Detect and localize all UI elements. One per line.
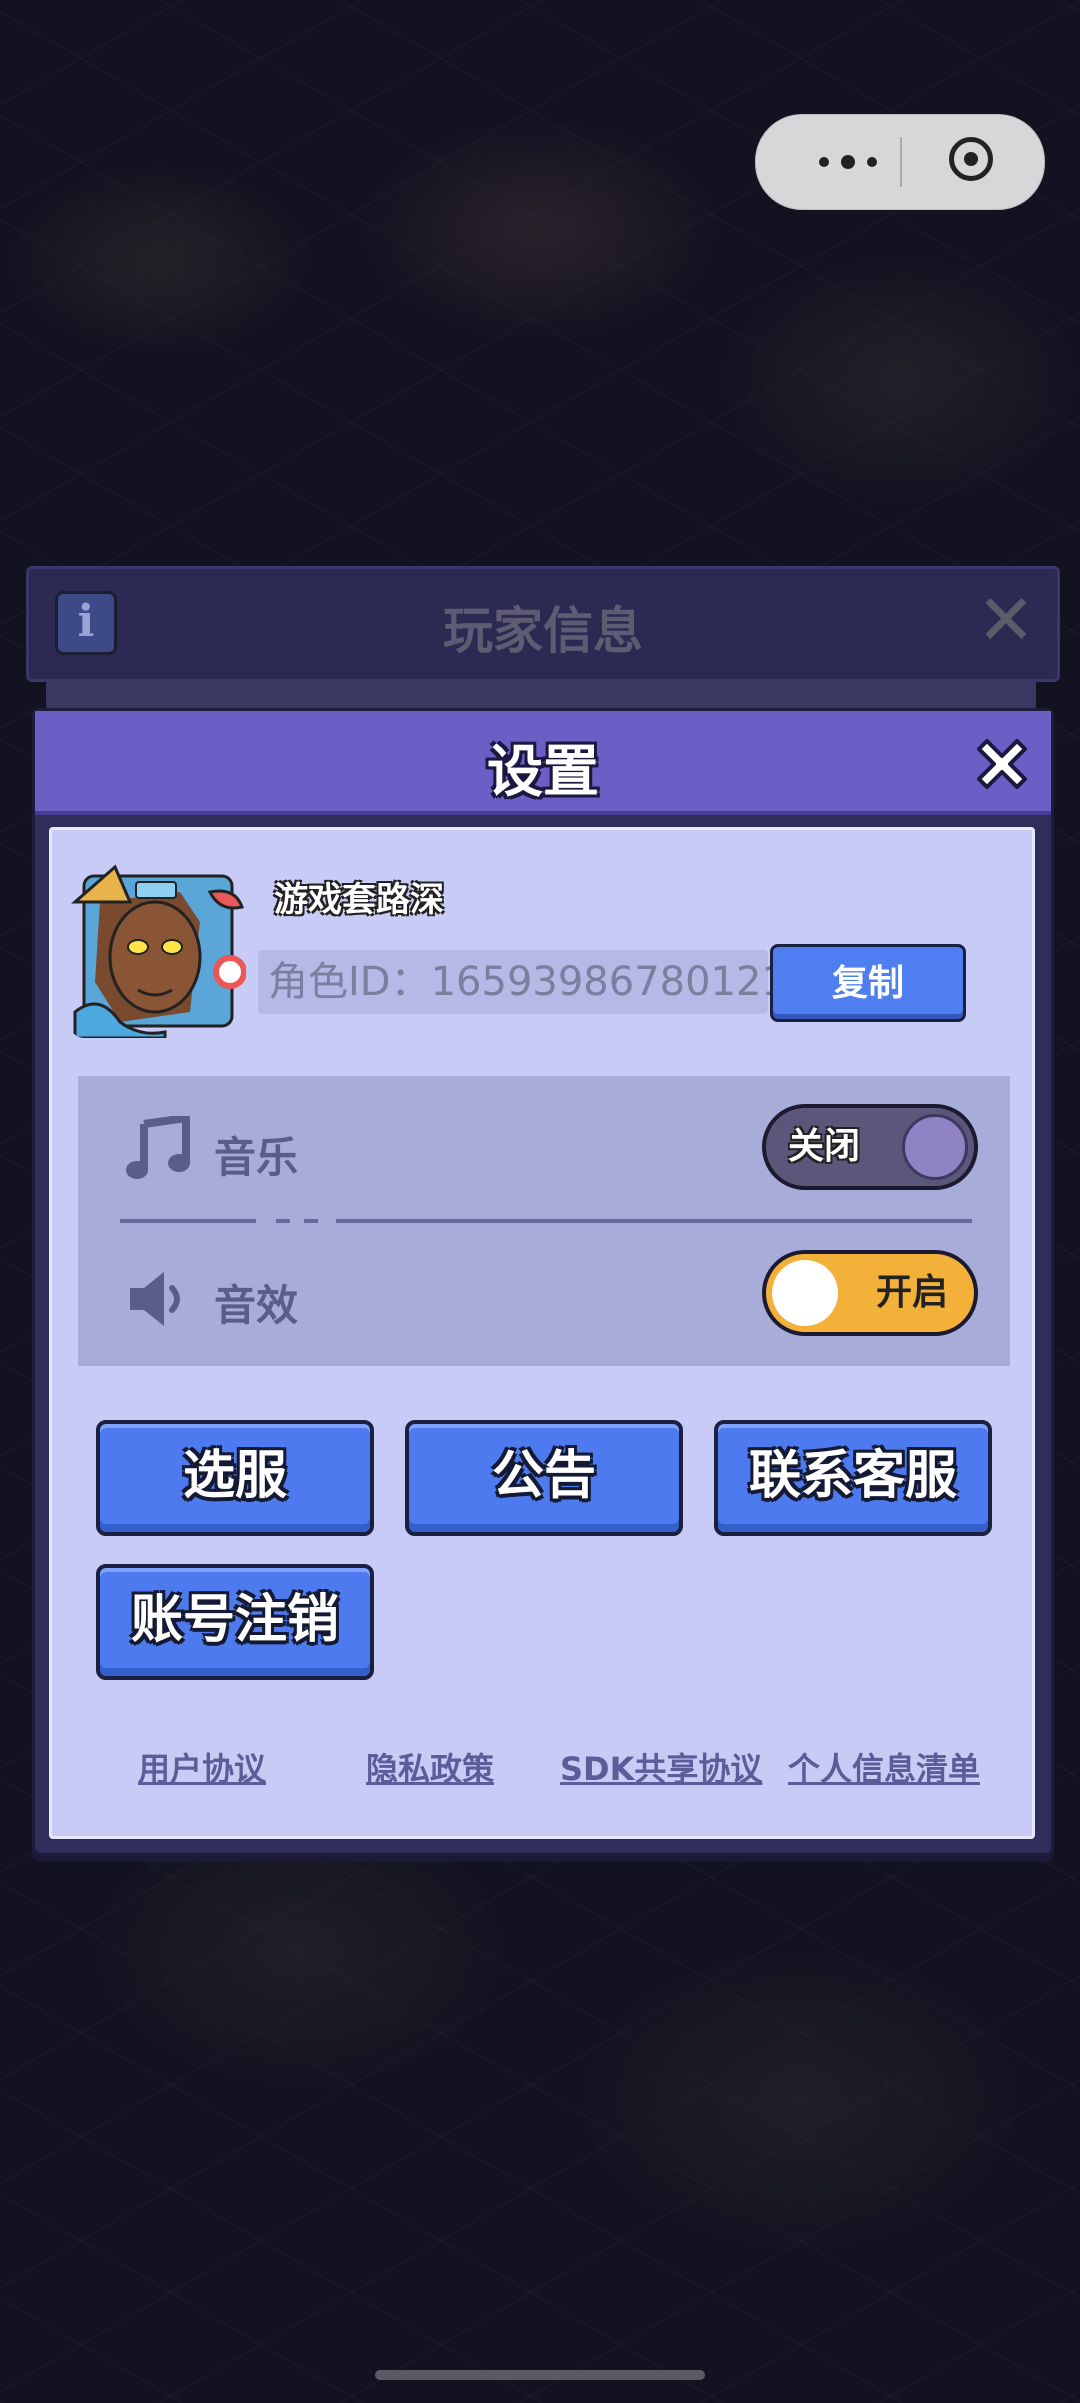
close-icon[interactable] — [967, 729, 1037, 799]
sfx-label: 音效 — [214, 1281, 299, 1330]
divider-line — [120, 1219, 256, 1223]
sfx-toggle-state: 开启 — [875, 1272, 948, 1313]
copy-button[interactable]: 复制 — [770, 944, 966, 1022]
more-dots-icon[interactable] — [798, 143, 898, 181]
home-indicator[interactable] — [375, 2370, 705, 2380]
privacy-policy-link[interactable]: 隐私政策 — [366, 1744, 494, 1790]
music-toggle-state: 关闭 — [788, 1126, 861, 1167]
divider-line — [336, 1219, 972, 1223]
player-info-content — [46, 680, 1036, 710]
sdk-agreement-link[interactable]: SDK共享协议 — [560, 1744, 762, 1790]
toggle-knob — [772, 1260, 838, 1326]
settings-title: 设置 — [487, 740, 599, 805]
personal-info-list-link[interactable]: 个人信息清单 — [788, 1744, 980, 1790]
contact-support-button[interactable]: 联系客服 — [714, 1420, 992, 1536]
speaker-icon — [130, 1272, 180, 1326]
music-note-icon — [126, 1116, 190, 1179]
music-toggle[interactable]: 关闭 — [762, 1104, 978, 1190]
miniprogram-capsule — [755, 114, 1045, 210]
settings-body: 游戏套路深 角色ID：16593986780121 复制 音乐 关闭 音效 开启… — [49, 827, 1035, 1839]
settings-dialog: 设置 游戏套路深 角色ID：16593986780121 复制 音乐 关闭 音效… — [32, 708, 1054, 1856]
player-info-panel: i 玩家信息 ✕ — [26, 566, 1060, 682]
select-server-button[interactable]: 选服 — [96, 1420, 374, 1536]
player-nickname: 游戏套路深 — [274, 880, 444, 920]
sound-settings: 音乐 关闭 音效 开启 — [78, 1076, 1010, 1366]
delete-account-button[interactable]: 账号注销 — [96, 1564, 374, 1680]
divider-dash — [276, 1219, 290, 1223]
divider-dash — [304, 1219, 318, 1223]
role-id: 角色ID：16593986780121 — [258, 950, 787, 1014]
target-close-icon[interactable] — [949, 137, 993, 181]
player-info-title: 玩家信息 — [443, 602, 643, 660]
user-agreement-link[interactable]: 用户协议 — [138, 1744, 266, 1790]
toggle-knob — [902, 1114, 968, 1180]
sfx-toggle[interactable]: 开启 — [762, 1250, 978, 1336]
close-icon[interactable]: ✕ — [975, 585, 1037, 655]
music-label: 音乐 — [214, 1133, 299, 1182]
capsule-divider — [900, 137, 902, 187]
avatar — [70, 862, 246, 1038]
settings-header: 设置 — [35, 711, 1051, 815]
notice-button[interactable]: 公告 — [405, 1420, 683, 1536]
